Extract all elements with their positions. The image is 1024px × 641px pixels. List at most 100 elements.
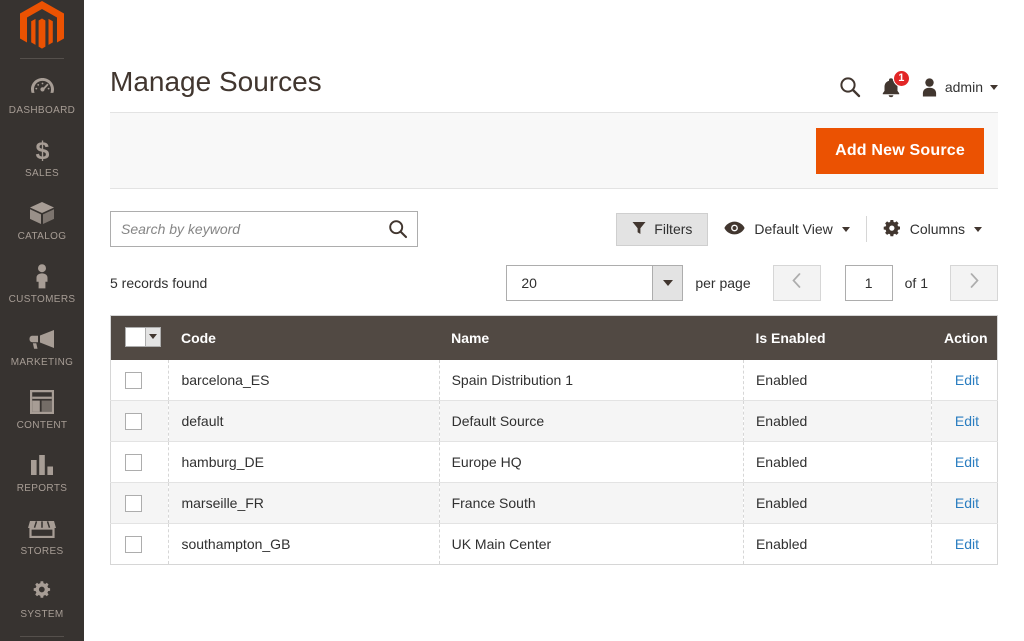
row-checkbox[interactable] xyxy=(125,372,142,389)
table-row[interactable]: barcelona_ES Spain Distribution 1 Enable… xyxy=(111,360,998,401)
cell-enabled: Enabled xyxy=(743,483,931,524)
table-row[interactable]: default Default Source Enabled Edit xyxy=(111,401,998,442)
search-icon[interactable] xyxy=(388,219,408,239)
sidebar-item-stores[interactable]: STORES xyxy=(0,504,84,567)
column-header-name[interactable]: Name xyxy=(439,316,743,360)
search-icon[interactable] xyxy=(839,76,861,98)
cell-code: hamburg_DE xyxy=(169,442,439,483)
default-view-dropdown[interactable]: Default View xyxy=(708,213,865,246)
pagination-controls: 20 per page of 1 xyxy=(506,265,998,301)
table-body: barcelona_ES Spain Distribution 1 Enable… xyxy=(111,360,998,565)
header-actions: 1 admin xyxy=(839,76,998,98)
chevron-left-icon xyxy=(792,273,801,293)
per-page-select[interactable]: 20 xyxy=(506,265,683,301)
search-by-keyword-box[interactable] xyxy=(110,211,418,247)
row-select-cell xyxy=(111,360,169,401)
sidebar-item-dashboard[interactable]: DASHBOARD xyxy=(0,63,84,126)
sidebar-item-content[interactable]: CONTENT xyxy=(0,378,84,441)
page-title: Manage Sources xyxy=(110,66,322,98)
sidebar-item-marketing[interactable]: MARKETING xyxy=(0,315,84,378)
sidebar-item-label: CUSTOMERS xyxy=(9,294,76,306)
row-checkbox[interactable] xyxy=(125,495,142,512)
page-number-input[interactable] xyxy=(845,265,893,301)
layout-icon xyxy=(30,389,54,415)
cell-name: Spain Distribution 1 xyxy=(439,360,743,401)
filters-button[interactable]: Filters xyxy=(616,213,708,246)
cell-name: Europe HQ xyxy=(439,442,743,483)
chevron-down-icon xyxy=(842,227,850,232)
sidebar-item-label: STORES xyxy=(20,546,63,558)
cell-enabled: Enabled xyxy=(743,442,931,483)
chevron-down-icon[interactable] xyxy=(652,266,682,300)
edit-link[interactable]: Edit xyxy=(955,536,979,552)
svg-text:$: $ xyxy=(35,137,49,163)
main-content: Manage Sources 1 admin xyxy=(84,0,1024,641)
previous-page-button[interactable] xyxy=(773,265,821,301)
cell-action: Edit xyxy=(932,442,998,483)
sidebar-item-label: REPORTS xyxy=(17,483,68,495)
row-select-cell xyxy=(111,483,169,524)
sidebar-divider-bottom xyxy=(20,636,64,637)
storefront-icon xyxy=(28,515,56,541)
sidebar-item-sales[interactable]: $ SALES xyxy=(0,126,84,189)
column-header-action: Action xyxy=(932,316,998,360)
sidebar-item-label: SALES xyxy=(25,168,59,180)
gear-icon xyxy=(30,578,54,604)
edit-link[interactable]: Edit xyxy=(955,413,979,429)
sidebar-item-customers[interactable]: CUSTOMERS xyxy=(0,252,84,315)
gear-icon xyxy=(883,219,901,240)
chevron-right-icon xyxy=(970,273,979,293)
table-row[interactable]: southampton_GB UK Main Center Enabled Ed… xyxy=(111,524,998,565)
table-row[interactable]: marseille_FR France South Enabled Edit xyxy=(111,483,998,524)
row-checkbox[interactable] xyxy=(125,454,142,471)
columns-dropdown[interactable]: Columns xyxy=(867,213,998,246)
user-avatar-icon xyxy=(921,78,938,97)
search-input[interactable] xyxy=(111,212,417,246)
magento-logo-icon[interactable] xyxy=(0,0,84,52)
cell-code: southampton_GB xyxy=(169,524,439,565)
cell-action: Edit xyxy=(932,483,998,524)
box-icon xyxy=(29,200,55,226)
edit-link[interactable]: Edit xyxy=(955,495,979,511)
notifications-button[interactable]: 1 xyxy=(881,77,901,98)
default-view-label: Default View xyxy=(754,221,832,237)
row-select-cell xyxy=(111,524,169,565)
records-found-label: 5 records found xyxy=(110,275,207,291)
select-all-dropdown[interactable] xyxy=(125,327,161,347)
chevron-down-icon[interactable] xyxy=(145,328,160,346)
cell-action: Edit xyxy=(932,401,998,442)
sidebar-item-label: CATALOG xyxy=(18,231,67,243)
next-page-button[interactable] xyxy=(950,265,998,301)
select-all-checkbox[interactable] xyxy=(126,328,145,346)
dollar-icon: $ xyxy=(34,137,51,163)
column-header-is-enabled[interactable]: Is Enabled xyxy=(743,316,931,360)
cell-action: Edit xyxy=(932,360,998,401)
select-all-header xyxy=(111,316,169,360)
add-new-source-button[interactable]: Add New Source xyxy=(816,128,984,174)
sidebar-item-catalog[interactable]: CATALOG xyxy=(0,189,84,252)
row-checkbox[interactable] xyxy=(125,536,142,553)
table-head: Code Name Is Enabled Action xyxy=(111,316,998,360)
edit-link[interactable]: Edit xyxy=(955,372,979,388)
main-sidebar: DASHBOARD $ SALES CATALOG CUSTOMERS xyxy=(0,0,84,641)
sidebar-divider-top xyxy=(20,58,64,59)
column-header-code[interactable]: Code xyxy=(169,316,439,360)
bar-chart-icon xyxy=(30,452,54,478)
notification-count-badge: 1 xyxy=(893,70,910,87)
edit-link[interactable]: Edit xyxy=(955,454,979,470)
sidebar-item-label: CONTENT xyxy=(17,420,68,432)
per-page-label: per page xyxy=(695,275,750,291)
cell-name: France South xyxy=(439,483,743,524)
sidebar-item-reports[interactable]: REPORTS xyxy=(0,441,84,504)
cell-enabled: Enabled xyxy=(743,360,931,401)
row-checkbox[interactable] xyxy=(125,413,142,430)
user-menu[interactable]: admin xyxy=(921,78,998,97)
grid-view-controls: Filters Default View Columns xyxy=(616,213,998,246)
cell-name: UK Main Center xyxy=(439,524,743,565)
person-icon xyxy=(34,263,50,289)
cell-enabled: Enabled xyxy=(743,524,931,565)
cell-action: Edit xyxy=(932,524,998,565)
sidebar-item-system[interactable]: SYSTEM xyxy=(0,567,84,630)
cell-code: marseille_FR xyxy=(169,483,439,524)
table-row[interactable]: hamburg_DE Europe HQ Enabled Edit xyxy=(111,442,998,483)
